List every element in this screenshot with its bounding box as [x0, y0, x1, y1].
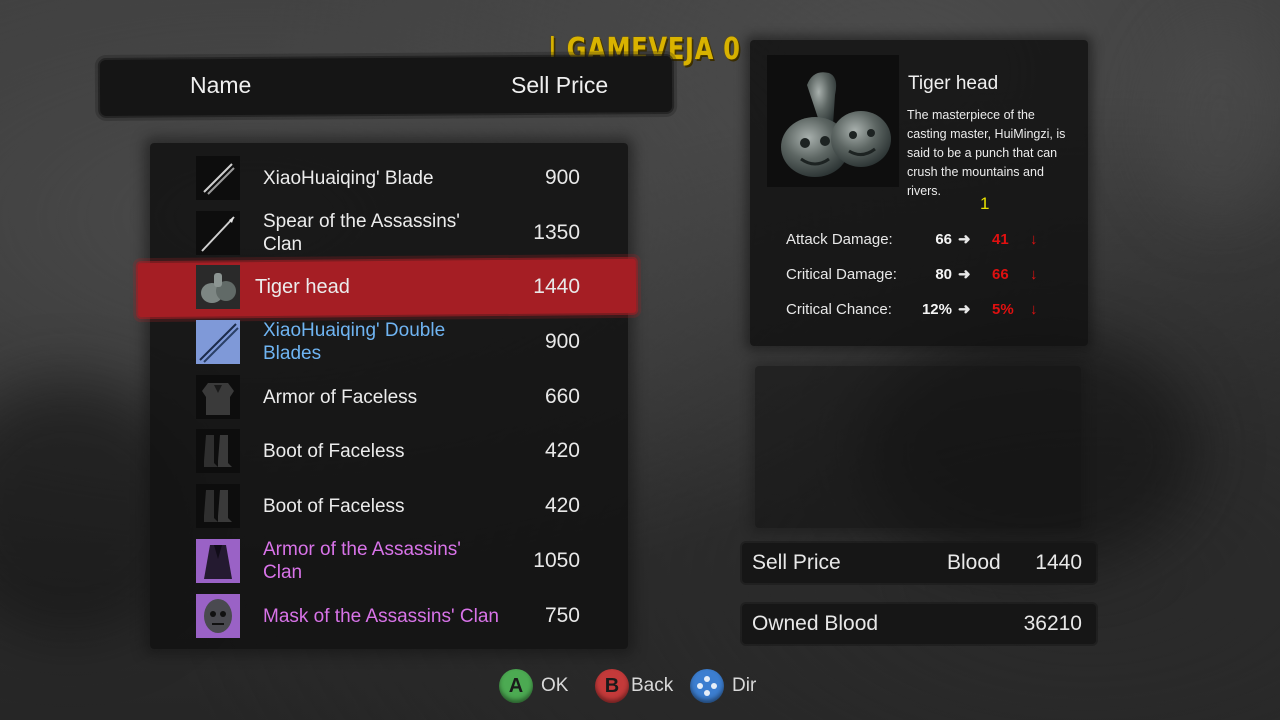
arrow-down-icon: ↓	[1030, 301, 1038, 318]
b-button-icon: B	[595, 669, 629, 703]
item-row[interactable]: Boot of Faceless 420	[0, 479, 640, 533]
ok-button[interactable]: A OK	[499, 668, 568, 704]
item-row[interactable]: Mask of the Assassins' Clan 750	[0, 589, 640, 643]
stat-attack-damage: Attack Damage: 66 ➜ 41 ↓	[786, 228, 1086, 252]
spear-icon	[196, 211, 240, 255]
item-name: XiaoHuaiqing' Blade	[263, 167, 434, 189]
item-count: 1	[980, 194, 990, 213]
item-name: XiaoHuaiqing' Double Blades	[263, 320, 446, 364]
item-name: Boot of Faceless	[263, 495, 405, 517]
stat-critical-chance: Critical Chance: 12% ➜ 5% ↓	[786, 298, 1086, 322]
item-name: Spear of the Assassins' Clan	[263, 211, 460, 255]
stat-label: Critical Damage:	[786, 266, 897, 283]
item-price: 420	[544, 494, 580, 517]
item-price: 420	[544, 439, 580, 462]
mask-icon	[196, 594, 240, 638]
detail-title: Tiger head	[908, 73, 999, 94]
stat-old-value: 80	[935, 266, 952, 283]
secondary-info-panel	[755, 366, 1081, 528]
item-price: 900	[544, 330, 580, 353]
item-row[interactable]: Spear of the Assassins' Clan 1350	[0, 206, 640, 260]
item-name: Boot of Faceless	[263, 440, 405, 462]
stat-new-value: 66	[992, 266, 1009, 283]
boots-icon	[196, 484, 240, 528]
arrow-right-icon: ➜	[958, 266, 971, 283]
stat-critical-damage: Critical Damage: 80 ➜ 66 ↓	[786, 263, 1086, 287]
detail-description: The masterpiece of the casting master, H…	[907, 108, 1066, 198]
item-row[interactable]: XiaoHuaiqing' Double Blades 900	[0, 315, 640, 369]
twin-blade-icon	[196, 156, 240, 200]
mist-3	[1150, 20, 1280, 220]
arrow-right-icon: ➜	[958, 231, 971, 248]
arrow-down-icon: ↓	[1030, 266, 1038, 283]
dpad-icon	[690, 669, 724, 703]
item-price: 660	[544, 385, 580, 408]
owned-blood-bar: Owned Blood 36210	[742, 604, 1096, 644]
arrow-right-icon: ➜	[958, 301, 971, 318]
sell-price-label: Sell Price	[752, 551, 841, 574]
item-price: 1350	[533, 221, 580, 244]
item-name: Tiger head	[255, 275, 350, 298]
item-price: 1050	[533, 549, 580, 572]
back-button[interactable]: B Back	[595, 668, 673, 704]
dir-label: Dir	[732, 675, 757, 696]
item-row[interactable]: Boot of Faceless 420	[0, 424, 640, 478]
item-name: Mask of the Assassins' Clan	[263, 605, 499, 627]
stat-label: Attack Damage:	[786, 231, 893, 248]
name-column-header: Name	[190, 72, 252, 98]
ok-label: OK	[541, 675, 569, 696]
stat-new-value: 41	[992, 231, 1009, 248]
item-row[interactable]: XiaoHuaiqing' Blade 900	[0, 151, 640, 205]
item-row[interactable]: Armor of the Assassins' Clan 1050	[0, 534, 640, 588]
arrow-down-icon: ↓	[1030, 231, 1038, 248]
item-row[interactable]: Armor of Faceless 660	[0, 370, 640, 424]
stat-old-value: 66	[935, 231, 952, 248]
item-name: Armor of Faceless	[263, 386, 418, 408]
tiger-fist-icon	[781, 72, 891, 177]
price-column-header: Sell Price	[511, 72, 609, 98]
a-button-icon: A	[499, 669, 533, 703]
dir-button[interactable]: Dir	[690, 668, 756, 704]
sell-price-bar: Sell Price Blood 1440	[742, 543, 1096, 583]
robe-icon	[196, 539, 240, 583]
owned-blood-label: Owned Blood	[752, 612, 879, 635]
item-image-frame	[767, 55, 899, 187]
stat-new-value: 5%	[992, 301, 1014, 318]
item-price: 750	[544, 604, 580, 627]
armor-icon	[196, 375, 240, 419]
boots-icon	[196, 429, 240, 473]
stat-old-value: 12%	[921, 301, 952, 318]
item-price: 1440	[533, 275, 580, 298]
tiger-fist-icon	[196, 265, 240, 309]
item-row[interactable]: Tiger head 1440	[0, 260, 640, 314]
back-label: Back	[631, 675, 674, 696]
double-blades-icon	[196, 320, 240, 364]
item-price: 900	[544, 166, 580, 189]
sell-price-value: 1440	[1035, 551, 1082, 574]
sell-currency-label: Blood	[947, 551, 1001, 574]
item-name: Armor of the Assassins' Clan	[263, 539, 461, 583]
stat-label: Critical Chance:	[786, 301, 892, 318]
owned-blood-value: 36210	[1023, 612, 1082, 635]
